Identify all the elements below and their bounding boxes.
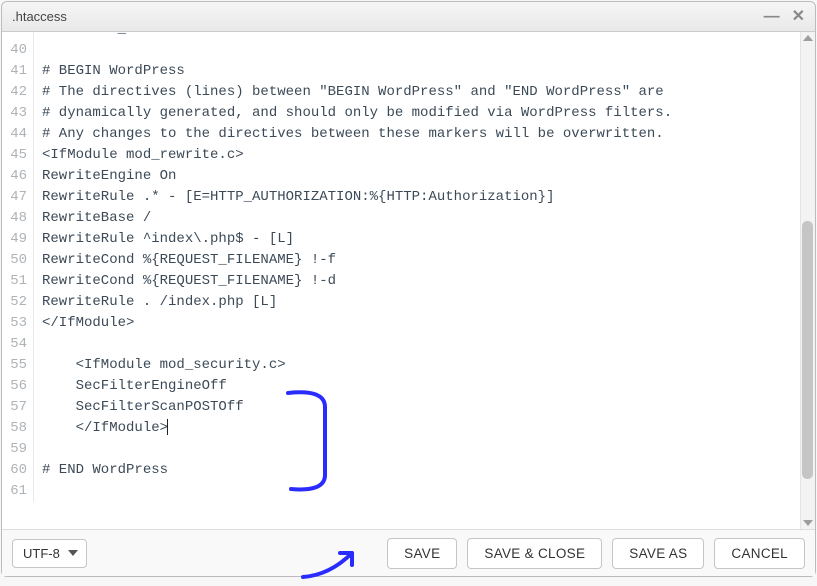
line-number: 50 bbox=[2, 250, 34, 271]
cancel-button[interactable]: CANCEL bbox=[714, 538, 805, 569]
code-editor[interactable]: 39# END NON_LSCACHE4041# BEGIN WordPress… bbox=[2, 32, 800, 529]
line-number: 49 bbox=[2, 229, 34, 250]
line-content bbox=[34, 334, 42, 355]
line-content: <IfModule mod_security.c> bbox=[34, 355, 286, 376]
line-content: SecFilterScanPOSTOff bbox=[34, 397, 244, 418]
code-line[interactable]: 52RewriteRule . /index.php [L] bbox=[2, 292, 800, 313]
code-line[interactable]: 45<IfModule mod_rewrite.c> bbox=[2, 145, 800, 166]
line-content bbox=[34, 40, 42, 61]
code-line[interactable]: 61 bbox=[2, 481, 800, 502]
text-caret bbox=[167, 419, 168, 435]
line-number: 57 bbox=[2, 397, 34, 418]
code-line[interactable]: 50RewriteCond %{REQUEST_FILENAME} !-f bbox=[2, 250, 800, 271]
line-content: # BEGIN WordPress bbox=[34, 61, 185, 82]
line-number: 43 bbox=[2, 103, 34, 124]
line-number: 61 bbox=[2, 481, 34, 502]
line-number: 54 bbox=[2, 334, 34, 355]
line-number: 47 bbox=[2, 187, 34, 208]
save-as-button[interactable]: SAVE AS bbox=[612, 538, 704, 569]
code-line[interactable]: 44# Any changes to the directives betwee… bbox=[2, 124, 800, 145]
line-content: RewriteRule . /index.php [L] bbox=[34, 292, 277, 313]
line-number: 53 bbox=[2, 313, 34, 334]
scroll-down-icon[interactable] bbox=[803, 520, 813, 526]
line-content: </IfModule> bbox=[34, 313, 134, 334]
line-content: <IfModule mod_rewrite.c> bbox=[34, 145, 244, 166]
line-content: # END NON_LSCACHE bbox=[34, 32, 185, 40]
code-line[interactable]: 39# END NON_LSCACHE bbox=[2, 32, 800, 40]
editor-window: .htaccess — ✕ 39# END NON_LSCACHE4041# B… bbox=[1, 1, 816, 577]
line-content: RewriteCond %{REQUEST_FILENAME} !-f bbox=[34, 250, 336, 271]
minimize-icon[interactable]: — bbox=[764, 9, 780, 25]
save-close-button[interactable]: SAVE & CLOSE bbox=[467, 538, 602, 569]
line-number: 46 bbox=[2, 166, 34, 187]
close-icon[interactable]: ✕ bbox=[792, 9, 805, 25]
encoding-select[interactable]: UTF-8 bbox=[12, 539, 87, 568]
line-content: RewriteEngine On bbox=[34, 166, 176, 187]
footer-bar: UTF-8 SAVE SAVE & CLOSE SAVE AS CANCEL bbox=[2, 530, 815, 576]
line-number: 60 bbox=[2, 460, 34, 481]
code-line[interactable]: 41# BEGIN WordPress bbox=[2, 61, 800, 82]
line-content: RewriteRule ^index\.php$ - [L] bbox=[34, 229, 294, 250]
scrollbar[interactable] bbox=[800, 32, 815, 529]
editor-area: 39# END NON_LSCACHE4041# BEGIN WordPress… bbox=[2, 32, 815, 530]
code-line[interactable]: 49RewriteRule ^index\.php$ - [L] bbox=[2, 229, 800, 250]
line-content: # Any changes to the directives between … bbox=[34, 124, 664, 145]
titlebar: .htaccess — ✕ bbox=[2, 2, 815, 32]
line-content: </IfModule> bbox=[34, 418, 168, 439]
code-line[interactable]: 58 </IfModule> bbox=[2, 418, 800, 439]
line-content: # The directives (lines) between "BEGIN … bbox=[34, 82, 664, 103]
code-line[interactable]: 51RewriteCond %{REQUEST_FILENAME} !-d bbox=[2, 271, 800, 292]
line-number: 39 bbox=[2, 32, 34, 40]
code-line[interactable]: 54 bbox=[2, 334, 800, 355]
line-content: # END WordPress bbox=[34, 460, 168, 481]
code-line[interactable]: 59 bbox=[2, 439, 800, 460]
line-content: SecFilterEngineOff bbox=[34, 376, 227, 397]
line-number: 42 bbox=[2, 82, 34, 103]
encoding-value: UTF-8 bbox=[23, 546, 60, 561]
line-content bbox=[34, 481, 42, 502]
code-line[interactable]: 48RewriteBase / bbox=[2, 208, 800, 229]
line-number: 58 bbox=[2, 418, 34, 439]
line-number: 45 bbox=[2, 145, 34, 166]
code-line[interactable]: 56 SecFilterEngineOff bbox=[2, 376, 800, 397]
code-line[interactable]: 43# dynamically generated, and should on… bbox=[2, 103, 800, 124]
code-line[interactable]: 40 bbox=[2, 40, 800, 61]
line-content: # dynamically generated, and should only… bbox=[34, 103, 672, 124]
line-number: 51 bbox=[2, 271, 34, 292]
line-number: 44 bbox=[2, 124, 34, 145]
code-line[interactable]: 53</IfModule> bbox=[2, 313, 800, 334]
scroll-up-icon[interactable] bbox=[803, 35, 813, 41]
line-number: 59 bbox=[2, 439, 34, 460]
line-content: RewriteCond %{REQUEST_FILENAME} !-d bbox=[34, 271, 336, 292]
code-line[interactable]: 57 SecFilterScanPOSTOff bbox=[2, 397, 800, 418]
code-line[interactable]: 55 <IfModule mod_security.c> bbox=[2, 355, 800, 376]
line-number: 48 bbox=[2, 208, 34, 229]
line-number: 52 bbox=[2, 292, 34, 313]
line-content bbox=[34, 439, 42, 460]
window-title: .htaccess bbox=[12, 9, 67, 24]
code-line[interactable]: 42# The directives (lines) between "BEGI… bbox=[2, 82, 800, 103]
line-number: 55 bbox=[2, 355, 34, 376]
scrollbar-thumb[interactable] bbox=[802, 221, 813, 479]
code-line[interactable]: 46RewriteEngine On bbox=[2, 166, 800, 187]
line-number: 40 bbox=[2, 40, 34, 61]
line-content: RewriteRule .* - [E=HTTP_AUTHORIZATION:%… bbox=[34, 187, 554, 208]
code-line[interactable]: 60# END WordPress bbox=[2, 460, 800, 481]
titlebar-actions: — ✕ bbox=[764, 9, 805, 25]
line-number: 41 bbox=[2, 61, 34, 82]
save-button[interactable]: SAVE bbox=[387, 538, 457, 569]
line-number: 56 bbox=[2, 376, 34, 397]
code-line[interactable]: 47RewriteRule .* - [E=HTTP_AUTHORIZATION… bbox=[2, 187, 800, 208]
line-content: RewriteBase / bbox=[34, 208, 151, 229]
